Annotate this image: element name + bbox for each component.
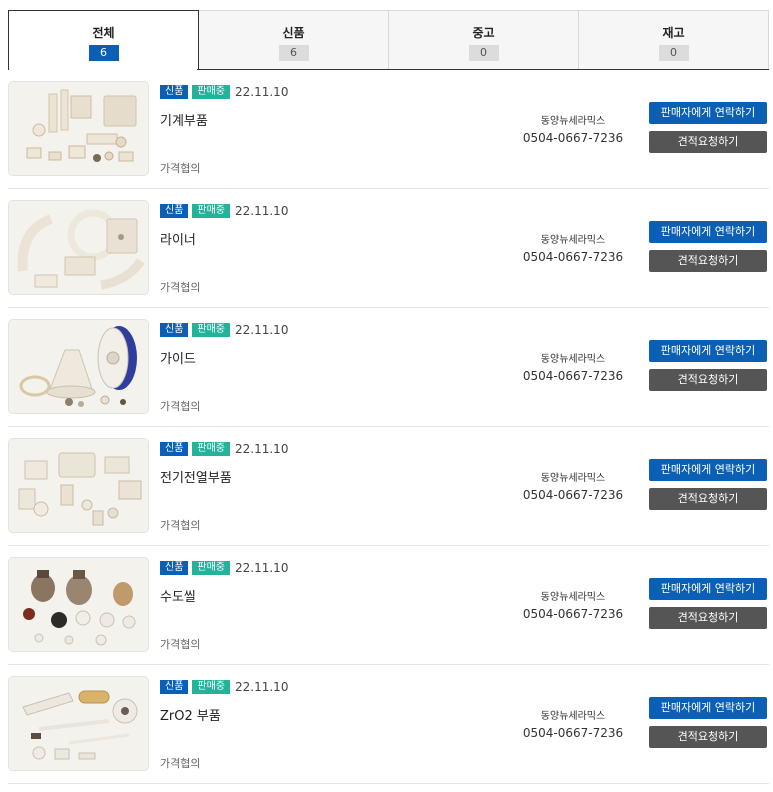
post-date: 22.11.10 <box>235 204 289 218</box>
price-text: 가격협의 <box>160 162 201 175</box>
contact-seller-button[interactable]: 판매자에게 연락하기 <box>649 221 767 243</box>
product-badges: 신품 판매중 22.11.10 <box>160 85 288 99</box>
tab-count-badge: 6 <box>88 45 119 61</box>
post-date: 22.11.10 <box>235 442 289 456</box>
price-text: 가격협의 <box>160 519 201 532</box>
product-name[interactable]: 기계부품 <box>160 110 208 129</box>
new-badge: 신품 <box>160 204 189 218</box>
seller-name: 동양뉴세라믹스 <box>540 235 606 246</box>
product-name[interactable]: 수도씰 <box>160 586 196 605</box>
category-tabs: 전체 6 신품 6 중고 0 재고 0 <box>8 10 769 70</box>
product-row: 신품 판매중 22.11.10 기계부품 가격협의 동양뉴세라믹스 0504-0… <box>8 70 769 189</box>
product-badges: 신품 판매중 22.11.10 <box>160 204 288 218</box>
tab-label: 중고 <box>472 26 495 40</box>
seller-name: 동양뉴세라믹스 <box>540 711 606 722</box>
tab-count-badge: 6 <box>278 45 309 61</box>
seller-info: 동양뉴세라믹스 0504-0667-7236 <box>518 112 628 145</box>
request-quote-button[interactable]: 견적요청하기 <box>649 131 767 153</box>
request-quote-button[interactable]: 견적요청하기 <box>649 250 767 272</box>
seller-info: 동양뉴세라믹스 0504-0667-7236 <box>518 350 628 383</box>
contact-seller-button[interactable]: 판매자에게 연락하기 <box>649 459 767 481</box>
seller-phone: 0504-0667-7236 <box>522 369 624 383</box>
seller-name: 동양뉴세라믹스 <box>540 116 606 127</box>
seller-phone: 0504-0667-7236 <box>522 607 624 621</box>
post-date: 22.11.10 <box>235 561 289 575</box>
product-badges: 신품 판매중 22.11.10 <box>160 442 288 456</box>
seller-phone: 0504-0667-7236 <box>522 726 624 740</box>
seller-info: 동양뉴세라믹스 0504-0667-7236 <box>518 707 628 740</box>
post-date: 22.11.10 <box>235 680 289 694</box>
seller-phone: 0504-0667-7236 <box>522 488 624 502</box>
tab-count-badge: 0 <box>468 45 499 61</box>
tab-label: 재고 <box>662 26 685 40</box>
product-image[interactable] <box>8 676 149 771</box>
on-sale-badge: 판매중 <box>192 323 231 337</box>
product-image[interactable] <box>8 557 149 652</box>
seller-name: 동양뉴세라믹스 <box>540 473 606 484</box>
price-text: 가격협의 <box>160 281 201 294</box>
tab-new[interactable]: 신품 6 <box>199 10 389 70</box>
on-sale-badge: 판매중 <box>192 85 231 99</box>
product-row: 신품 판매중 22.11.10 전기전열부품 가격협의 동양뉴세라믹스 0504… <box>8 427 769 546</box>
price-text: 가격협의 <box>160 638 201 651</box>
price-text: 가격협의 <box>160 400 201 413</box>
product-image[interactable] <box>8 200 149 295</box>
tab-used[interactable]: 중고 0 <box>389 10 579 70</box>
on-sale-badge: 판매중 <box>192 561 231 575</box>
seller-info: 동양뉴세라믹스 0504-0667-7236 <box>518 231 628 264</box>
product-image[interactable] <box>8 438 149 533</box>
tab-stock[interactable]: 재고 0 <box>579 10 769 70</box>
contact-seller-button[interactable]: 판매자에게 연락하기 <box>649 102 767 124</box>
product-name[interactable]: 전기전열부품 <box>160 467 232 486</box>
new-badge: 신품 <box>160 85 189 99</box>
product-image[interactable] <box>8 319 149 414</box>
product-badges: 신품 판매중 22.11.10 <box>160 323 288 337</box>
product-name[interactable]: 가이드 <box>160 348 196 367</box>
tab-all[interactable]: 전체 6 <box>8 10 199 70</box>
tab-label: 신품 <box>282 26 305 40</box>
request-quote-button[interactable]: 견적요청하기 <box>649 488 767 510</box>
seller-phone: 0504-0667-7236 <box>522 131 624 145</box>
tab-label: 전체 <box>92 26 115 40</box>
product-badges: 신품 판매중 22.11.10 <box>160 680 288 694</box>
new-badge: 신품 <box>160 323 189 337</box>
price-text: 가격협의 <box>160 757 201 770</box>
request-quote-button[interactable]: 견적요청하기 <box>649 369 767 391</box>
on-sale-badge: 판매중 <box>192 442 231 456</box>
on-sale-badge: 판매중 <box>192 204 231 218</box>
request-quote-button[interactable]: 견적요청하기 <box>649 726 767 748</box>
seller-name: 동양뉴세라믹스 <box>540 354 606 365</box>
product-row: 신품 판매중 22.11.10 수도씰 가격협의 동양뉴세라믹스 0504-06… <box>8 546 769 665</box>
product-row: 신품 판매중 22.11.10 ZrO2 부품 가격협의 동양뉴세라믹스 050… <box>8 665 769 784</box>
product-name[interactable]: ZrO2 부품 <box>160 705 221 724</box>
on-sale-badge: 판매중 <box>192 680 231 694</box>
product-list: 신품 판매중 22.11.10 기계부품 가격협의 동양뉴세라믹스 0504-0… <box>8 70 769 784</box>
seller-phone: 0504-0667-7236 <box>522 250 624 264</box>
post-date: 22.11.10 <box>235 323 289 337</box>
new-badge: 신품 <box>160 561 189 575</box>
contact-seller-button[interactable]: 판매자에게 연락하기 <box>649 697 767 719</box>
contact-seller-button[interactable]: 판매자에게 연락하기 <box>649 578 767 600</box>
product-row: 신품 판매중 22.11.10 라이너 가격협의 동양뉴세라믹스 0504-06… <box>8 189 769 308</box>
seller-info: 동양뉴세라믹스 0504-0667-7236 <box>518 469 628 502</box>
post-date: 22.11.10 <box>235 85 289 99</box>
product-image[interactable] <box>8 81 149 176</box>
product-row: 신품 판매중 22.11.10 가이드 가격협의 동양뉴세라믹스 0504-06… <box>8 308 769 427</box>
seller-name: 동양뉴세라믹스 <box>540 592 606 603</box>
product-badges: 신품 판매중 22.11.10 <box>160 561 288 575</box>
request-quote-button[interactable]: 견적요청하기 <box>649 607 767 629</box>
product-name[interactable]: 라이너 <box>160 229 196 248</box>
new-badge: 신품 <box>160 442 189 456</box>
new-badge: 신품 <box>160 680 189 694</box>
tab-count-badge: 0 <box>658 45 689 61</box>
contact-seller-button[interactable]: 판매자에게 연락하기 <box>649 340 767 362</box>
seller-info: 동양뉴세라믹스 0504-0667-7236 <box>518 588 628 621</box>
